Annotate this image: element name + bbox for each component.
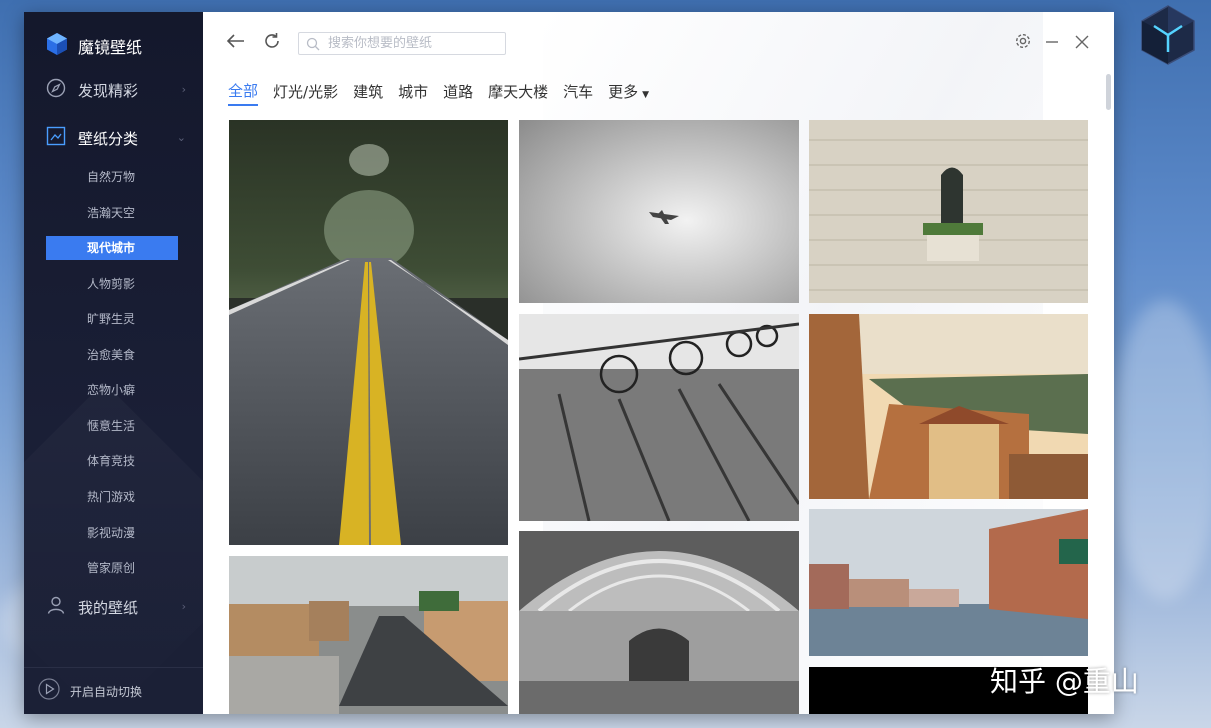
chevron-right-icon: › xyxy=(181,600,186,613)
search-icon xyxy=(306,37,320,51)
app-window: 魔镜壁纸 发现精彩 › 壁纸分类 ⌄ 自然万物 浩瀚天空 现代城市 人物剪影 旷… xyxy=(24,12,1114,714)
gear-icon xyxy=(1014,32,1032,54)
sidebar-item-label: 我的壁纸 xyxy=(78,598,139,617)
sidebar-subitem-active[interactable]: 现代城市 xyxy=(46,236,178,260)
play-circle-icon xyxy=(38,678,60,704)
sidebar-subitem[interactable]: 治愈美食 xyxy=(46,343,178,367)
tab-skyscraper[interactable]: 摩天大楼 xyxy=(488,81,548,105)
wallpaper-thumb-stone-wall[interactable] xyxy=(809,120,1088,303)
sidebar-subitem[interactable]: 自然万物 xyxy=(46,165,178,189)
sidebar-subitem[interactable]: 浩瀚天空 xyxy=(46,201,178,225)
auto-switch-toggle[interactable]: 开启自动切换 xyxy=(24,667,203,714)
wallpaper-thumb-airplane[interactable] xyxy=(519,120,799,303)
search-input[interactable] xyxy=(326,35,500,52)
wallpaper-thumb-bicycles[interactable] xyxy=(519,314,799,521)
category-tabs: 全部 灯光/光影 建筑 城市 道路 摩天大楼 汽车 更多 ▼ xyxy=(228,80,664,106)
back-button[interactable] xyxy=(225,32,247,54)
sidebar-item-label: 发现精彩 xyxy=(78,81,139,100)
compass-icon xyxy=(46,78,66,102)
watermark: 知乎 @重山 xyxy=(990,665,1139,698)
minimize-icon xyxy=(1045,34,1059,53)
wallpaper-thumb-venice[interactable] xyxy=(809,509,1088,656)
desktop-app-icon[interactable] xyxy=(1138,4,1198,66)
tab-car[interactable]: 汽车 xyxy=(563,81,593,105)
tab-city[interactable]: 城市 xyxy=(398,81,428,105)
minimize-button[interactable] xyxy=(1041,32,1063,54)
wallpaper-thumb-old-city[interactable] xyxy=(229,556,508,714)
sidebar-subitem[interactable]: 恋物小癖 xyxy=(46,378,178,402)
sidebar-subitem[interactable]: 惬意生活 xyxy=(46,414,178,438)
sidebar-subitem[interactable]: 体育竞技 xyxy=(46,449,178,473)
close-icon xyxy=(1075,34,1089,53)
chevron-right-icon: › xyxy=(181,83,186,96)
refresh-icon xyxy=(263,32,281,54)
sidebar-subitem[interactable]: 影视动漫 xyxy=(46,521,178,545)
desktop-cloud xyxy=(1110,300,1211,600)
sidebar-item-discover[interactable]: 发现精彩 › xyxy=(46,75,186,105)
tab-more-label: 更多 xyxy=(608,83,639,101)
settings-button[interactable] xyxy=(1012,32,1034,54)
sidebar-subitem[interactable]: 管家原创 xyxy=(46,556,178,580)
sidebar: 魔镜壁纸 发现精彩 › 壁纸分类 ⌄ 自然万物 浩瀚天空 现代城市 人物剪影 旷… xyxy=(24,12,203,714)
main-content: 全部 灯光/光影 建筑 城市 道路 摩天大楼 汽车 更多▼ xyxy=(203,12,1114,714)
arrow-left-icon xyxy=(226,33,246,53)
user-icon xyxy=(46,595,66,619)
caret-down-icon: ▼ xyxy=(642,90,650,100)
sidebar-subitem[interactable]: 旷野生灵 xyxy=(46,307,178,331)
close-button[interactable] xyxy=(1071,32,1093,54)
logo-cube-icon xyxy=(46,32,68,60)
chevron-down-icon: ⌄ xyxy=(176,131,186,144)
wallpaper-thumb-arched-gallery[interactable] xyxy=(519,531,799,714)
search-box[interactable] xyxy=(298,32,506,55)
tab-more[interactable]: 更多 ▼ xyxy=(608,81,649,105)
tab-road[interactable]: 道路 xyxy=(443,81,473,105)
wallpaper-thumb-hillside-town[interactable] xyxy=(809,314,1088,499)
tab-lighting[interactable]: 灯光/光影 xyxy=(273,81,338,105)
category-icon xyxy=(46,126,66,150)
sidebar-item-mine[interactable]: 我的壁纸 › xyxy=(46,592,186,622)
tab-all[interactable]: 全部 xyxy=(228,80,259,106)
wallpaper-thumb-road[interactable] xyxy=(229,120,508,545)
scrollbar[interactable] xyxy=(1106,74,1111,110)
refresh-button[interactable] xyxy=(261,32,283,54)
brand: 魔镜壁纸 xyxy=(46,32,142,60)
sidebar-item-categories[interactable]: 壁纸分类 ⌄ xyxy=(46,123,186,153)
sidebar-item-label: 壁纸分类 xyxy=(78,129,139,148)
sidebar-subitem[interactable]: 热门游戏 xyxy=(46,485,178,509)
sidebar-subitem[interactable]: 人物剪影 xyxy=(46,272,178,296)
auto-switch-label: 开启自动切换 xyxy=(70,684,143,699)
tab-architecture[interactable]: 建筑 xyxy=(353,81,383,105)
app-title: 魔镜壁纸 xyxy=(78,38,143,57)
